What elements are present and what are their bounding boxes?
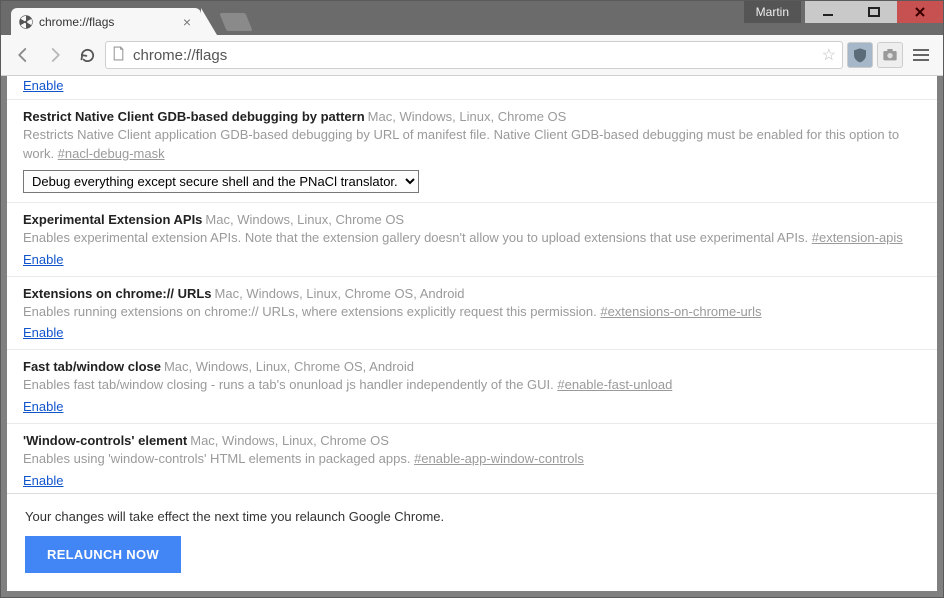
page-icon (112, 46, 125, 64)
flag-row: 'Window-controls' elementMac, Windows, L… (7, 424, 937, 493)
flag-title: 'Window-controls' element (23, 433, 187, 448)
flag-hash-link[interactable]: #enable-fast-unload (557, 377, 672, 392)
flag-title: Fast tab/window close (23, 359, 161, 374)
relaunch-button[interactable]: RELAUNCH NOW (25, 536, 181, 573)
window-minimize-button[interactable] (805, 1, 851, 23)
flag-description: Enables running extensions on chrome:// … (23, 303, 921, 322)
page-content: Enable Restrict Native Client GDB-based … (7, 76, 937, 591)
flag-row: Fast tab/window closeMac, Windows, Linux… (7, 350, 937, 424)
flag-row: Extensions on chrome:// URLsMac, Windows… (7, 277, 937, 351)
browser-toolbar: chrome://flags ☆ (1, 35, 943, 76)
omnibox[interactable]: chrome://flags ☆ (105, 41, 843, 69)
flag-title: Extensions on chrome:// URLs (23, 286, 212, 301)
flag-platforms: Mac, Windows, Linux, Chrome OS, Android (164, 359, 414, 374)
flag-description: Enables fast tab/window closing - runs a… (23, 376, 921, 395)
truncated-flag-row: Enable (7, 76, 937, 100)
forward-button[interactable] (41, 41, 69, 69)
content-border: Enable Restrict Native Client GDB-based … (1, 76, 943, 597)
flag-row: Experimental Extension APIsMac, Windows,… (7, 203, 937, 277)
new-tab-button[interactable] (219, 13, 252, 31)
window-titlebar: chrome://flags × Martin (1, 1, 943, 35)
window-close-button[interactable] (897, 1, 943, 23)
back-button[interactable] (9, 41, 37, 69)
flag-hash-link[interactable]: #extensions-on-chrome-urls (600, 304, 761, 319)
relaunch-footer: Your changes will take effect the next t… (7, 493, 937, 591)
flag-hash-link[interactable]: #enable-app-window-controls (414, 451, 584, 466)
flag-row: Restrict Native Client GDB-based debuggi… (7, 100, 937, 203)
flag-select[interactable]: Debug everything except secure shell and… (23, 170, 419, 193)
user-chip[interactable]: Martin (744, 1, 801, 23)
flag-platforms: Mac, Windows, Linux, Chrome OS (190, 433, 389, 448)
user-name: Martin (756, 5, 789, 19)
flag-description: Enables using 'window-controls' HTML ele… (23, 450, 921, 469)
enable-link[interactable]: Enable (23, 325, 63, 340)
browser-tab[interactable]: chrome://flags × (11, 8, 201, 35)
hamburger-menu-icon[interactable] (907, 41, 935, 69)
flag-description: Enables experimental extension APIs. Not… (23, 229, 921, 248)
bookmark-star-icon[interactable]: ☆ (822, 45, 836, 65)
flag-hash-link[interactable]: #extension-apis (812, 230, 903, 245)
extension-ublock-icon[interactable] (847, 42, 873, 68)
flag-platforms: Mac, Windows, Linux, Chrome OS (368, 109, 567, 124)
flag-title: Experimental Extension APIs (23, 212, 202, 227)
window-maximize-button[interactable] (851, 1, 897, 23)
enable-link[interactable]: Enable (23, 399, 63, 414)
reload-button[interactable] (73, 41, 101, 69)
flag-hash-link[interactable]: #nacl-debug-mask (58, 146, 165, 161)
tab-title: chrome://flags (39, 15, 177, 29)
enable-link[interactable]: Enable (23, 473, 63, 488)
enable-link[interactable]: Enable (23, 252, 63, 267)
footer-text: Your changes will take effect the next t… (25, 509, 919, 524)
flags-scroll-area[interactable]: Enable Restrict Native Client GDB-based … (7, 76, 937, 493)
flag-title: Restrict Native Client GDB-based debuggi… (23, 109, 365, 124)
enable-link[interactable]: Enable (23, 78, 63, 93)
flag-platforms: Mac, Windows, Linux, Chrome OS (205, 212, 404, 227)
flag-description: Restricts Native Client application GDB-… (23, 126, 921, 164)
extension-camera-icon[interactable] (877, 42, 903, 68)
flag-platforms: Mac, Windows, Linux, Chrome OS, Android (215, 286, 465, 301)
tab-close-icon[interactable]: × (183, 15, 191, 29)
url-text: chrome://flags (133, 47, 814, 64)
radiation-icon (19, 15, 33, 29)
